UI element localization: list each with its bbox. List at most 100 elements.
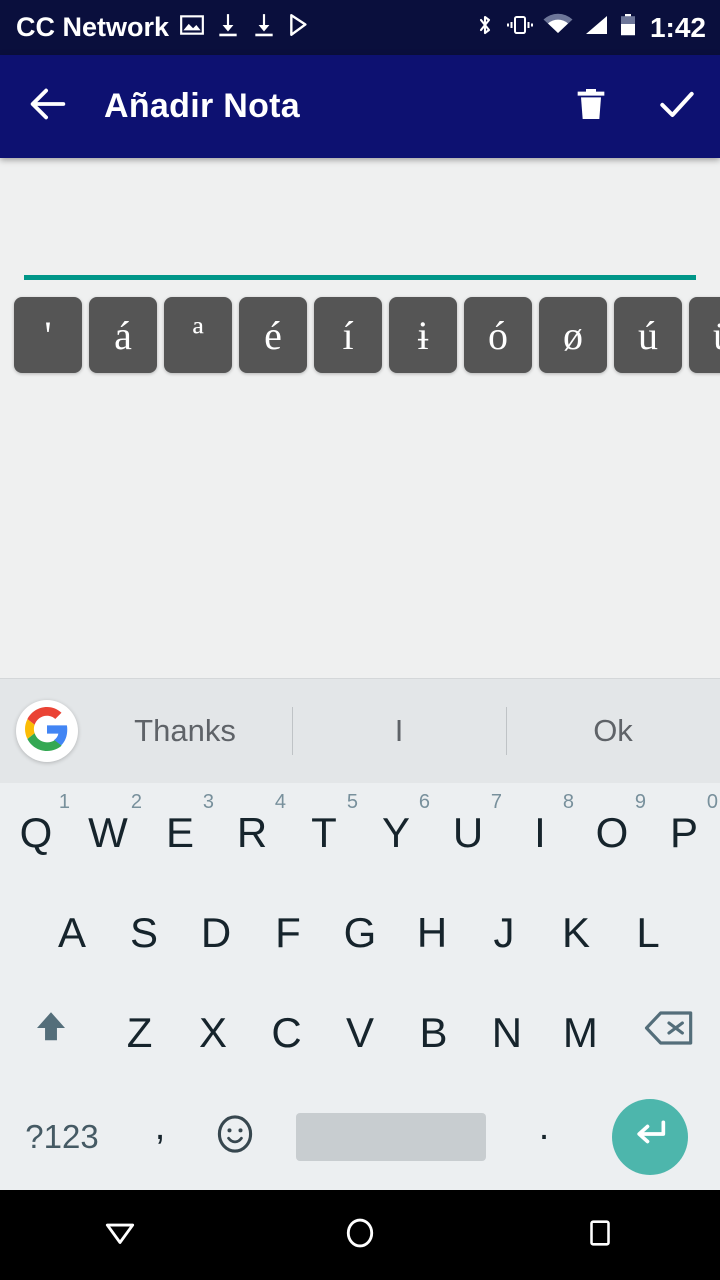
keyboard-suggestion-strip: Thanks I Ok <box>0 678 720 783</box>
key-w[interactable]: 2W <box>72 783 144 883</box>
note-field-underline <box>24 275 696 280</box>
period-key[interactable]: . <box>508 1083 580 1190</box>
key-d[interactable]: D <box>180 883 252 983</box>
android-navigation-bar <box>0 1190 720 1280</box>
key-label: Y <box>381 809 410 856</box>
key-y[interactable]: 6Y <box>360 783 432 883</box>
key-k[interactable]: K <box>540 883 612 983</box>
back-button[interactable] <box>0 55 96 158</box>
key-hint: 8 <box>562 791 574 813</box>
key-hint: 3 <box>202 791 214 813</box>
suggestion-list: Thanks I Ok <box>78 679 720 783</box>
check-icon <box>655 82 699 131</box>
key-hint: 7 <box>490 791 502 813</box>
cellular-signal-icon <box>582 12 610 43</box>
keyboard-row-asdf: A S D F G H J K L <box>0 883 720 983</box>
google-g-icon <box>25 706 69 756</box>
accent-key[interactable]: ø <box>539 297 607 373</box>
comma-key[interactable]: , <box>124 1083 196 1190</box>
key-a[interactable]: A <box>36 883 108 983</box>
image-icon <box>179 12 205 43</box>
nav-recents-button[interactable] <box>480 1190 720 1280</box>
key-label: E <box>165 809 194 856</box>
enter-return-icon <box>630 1114 670 1159</box>
play-store-icon <box>287 12 313 43</box>
arrow-left-icon <box>25 81 71 132</box>
accent-key[interactable]: í <box>314 297 382 373</box>
enter-key[interactable] <box>580 1083 720 1190</box>
accent-key[interactable]: ª <box>164 297 232 373</box>
key-x[interactable]: X <box>176 983 249 1083</box>
keyboard-row-qwerty: 1Q 2W 3E 4R 5T 6Y 7U 8I 9O 0P <box>0 783 720 883</box>
key-z[interactable]: Z <box>103 983 176 1083</box>
confirm-save-button[interactable] <box>634 55 720 158</box>
key-i[interactable]: 8I <box>504 783 576 883</box>
status-bar-left-group: CC Network <box>0 12 473 43</box>
key-label: Q <box>19 809 53 856</box>
accent-key[interactable]: ó <box>464 297 532 373</box>
emoji-key[interactable] <box>196 1083 274 1190</box>
suggestion-item[interactable]: I <box>292 679 506 783</box>
key-m[interactable]: M <box>544 983 617 1083</box>
accent-key[interactable]: ú <box>614 297 682 373</box>
key-n[interactable]: N <box>470 983 543 1083</box>
key-hint: 5 <box>346 791 358 813</box>
google-assistant-button[interactable] <box>16 700 78 762</box>
status-bar: CC Network 1:42 <box>0 0 720 55</box>
suggestion-item[interactable]: Thanks <box>78 679 292 783</box>
accent-key[interactable]: ü <box>689 297 720 373</box>
accent-key[interactable]: ' <box>14 297 82 373</box>
key-u[interactable]: 7U <box>432 783 504 883</box>
key-label: I <box>534 809 546 856</box>
key-h[interactable]: H <box>396 883 468 983</box>
key-l[interactable]: L <box>612 883 684 983</box>
key-q[interactable]: 1Q <box>0 783 72 883</box>
enter-key-circle <box>612 1098 688 1175</box>
backspace-key[interactable] <box>617 983 720 1083</box>
nav-back-button[interactable] <box>0 1190 240 1280</box>
key-t[interactable]: 5T <box>288 783 360 883</box>
smiley-face-icon <box>213 1112 257 1161</box>
key-s[interactable]: S <box>108 883 180 983</box>
key-hint: 1 <box>58 791 70 813</box>
app-bar: Añadir Nota <box>0 55 720 158</box>
backspace-icon <box>644 1007 694 1059</box>
keyboard-row-zxcv: Z X C V B N M <box>0 983 720 1083</box>
phone-screen: CC Network 1:42 Añadir Nota ' á ª é í ɨ … <box>0 0 720 1280</box>
bluetooth-icon <box>473 12 497 43</box>
note-editor-area <box>0 158 720 678</box>
key-r[interactable]: 4R <box>216 783 288 883</box>
key-e[interactable]: 3E <box>144 783 216 883</box>
suggestion-item[interactable]: Ok <box>506 679 720 783</box>
key-p[interactable]: 0P <box>648 783 720 883</box>
key-v[interactable]: V <box>323 983 396 1083</box>
carrier-label: CC Network <box>16 12 170 42</box>
key-label: P <box>669 809 698 856</box>
nav-home-circle-icon <box>341 1214 379 1257</box>
wifi-icon <box>543 12 573 43</box>
symbols-key[interactable]: ?123 <box>0 1083 124 1190</box>
key-g[interactable]: G <box>324 883 396 983</box>
space-key[interactable] <box>296 1112 486 1161</box>
key-hint: 6 <box>418 791 430 813</box>
download-icon <box>251 12 277 43</box>
keyboard-row-bottom: ?123 , . <box>0 1083 720 1190</box>
accent-key[interactable]: á <box>89 297 157 373</box>
key-c[interactable]: C <box>250 983 323 1083</box>
nav-home-button[interactable] <box>240 1190 480 1280</box>
nav-recents-square-icon <box>583 1216 617 1255</box>
key-j[interactable]: J <box>468 883 540 983</box>
delete-button[interactable] <box>548 55 634 158</box>
accent-key[interactable]: ɨ <box>389 297 457 373</box>
battery-icon <box>619 12 637 43</box>
accent-key[interactable]: é <box>239 297 307 373</box>
accent-character-popup: ' á ª é í ɨ ó ø ú ü <box>14 297 720 373</box>
trash-icon <box>571 84 611 129</box>
key-b[interactable]: B <box>397 983 470 1083</box>
key-o[interactable]: 9O <box>576 783 648 883</box>
key-label: R <box>236 809 268 856</box>
key-hint: 4 <box>274 791 286 813</box>
shift-key[interactable] <box>0 983 103 1083</box>
key-hint: 9 <box>634 791 646 813</box>
key-f[interactable]: F <box>252 883 324 983</box>
